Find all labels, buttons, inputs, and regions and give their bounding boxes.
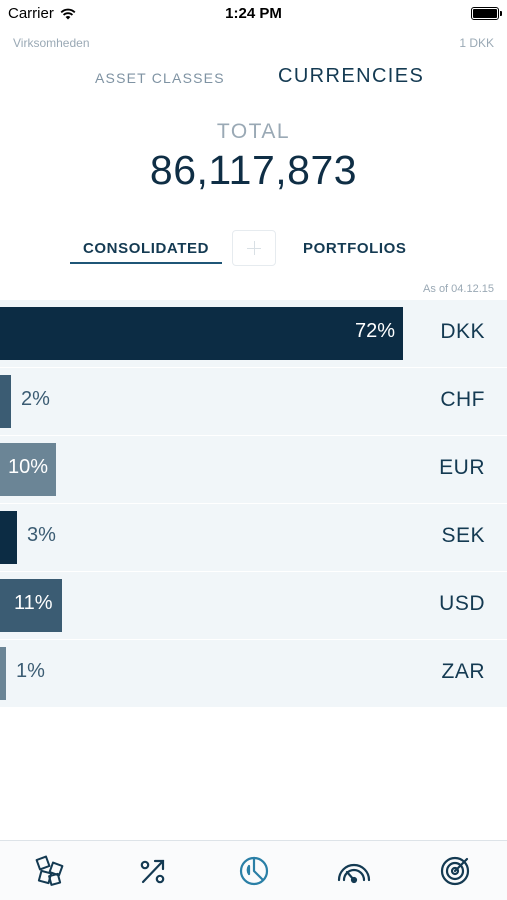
tab-asset-classes[interactable]: ASSET CLASSES <box>95 70 225 86</box>
consolidated-tab[interactable]: CONSOLIDATED <box>70 236 222 264</box>
currency-percent-chf: 2% <box>21 388 50 410</box>
status-bar: Carrier 1:24 PM <box>0 0 507 28</box>
currency-row-usd[interactable]: 11% USD <box>0 572 507 640</box>
currency-row-eur[interactable]: 10% EUR <box>0 436 507 504</box>
overview-icon[interactable] <box>33 853 69 889</box>
company-label[interactable]: Virksomheden <box>13 36 90 50</box>
currency-percent-usd: 11% <box>14 592 53 614</box>
currency-code-dkk: DKK <box>440 320 485 343</box>
currency-list: 72% DKK 2% CHF 10% EUR 3% SEK 11% USD 1%… <box>0 300 507 708</box>
currency-percent-dkk: 72% <box>355 320 396 342</box>
currency-row-sek[interactable]: 3% SEK <box>0 504 507 572</box>
currency-code-usd: USD <box>439 592 485 615</box>
target-icon[interactable] <box>437 853 473 889</box>
battery-icon <box>471 7 502 20</box>
currency-percent-zar: 1% <box>16 660 45 682</box>
currency-percent-sek: 3% <box>27 524 56 546</box>
currency-bar-chf <box>0 375 11 428</box>
tab-currencies[interactable]: CURRENCIES <box>278 65 424 88</box>
currency-row-dkk[interactable]: 72% DKK <box>0 300 507 368</box>
pie-chart-icon[interactable] <box>236 853 272 889</box>
currency-code-zar: ZAR <box>441 660 485 683</box>
clock: 1:24 PM <box>225 5 282 22</box>
plus-icon-vertical <box>254 241 255 255</box>
currency-row-chf[interactable]: 2% CHF <box>0 368 507 436</box>
add-portfolio-button[interactable] <box>232 230 276 266</box>
total-label: TOTAL <box>216 120 291 143</box>
view-tabs: ASSET CLASSES CURRENCIES <box>0 64 507 94</box>
currency-bar-dkk <box>0 307 403 360</box>
bottom-tab-bar <box>0 840 507 900</box>
currency-bar-sek <box>0 511 17 564</box>
unit-label[interactable]: 1 DKK <box>459 36 494 50</box>
currency-code-sek: SEK <box>441 524 485 547</box>
total-value: 86,117,873 <box>149 147 358 193</box>
currency-code-eur: EUR <box>439 456 485 479</box>
currency-row-zar[interactable]: 1% ZAR <box>0 640 507 708</box>
currency-percent-eur: 10% <box>8 456 49 478</box>
gauge-icon[interactable] <box>336 853 372 889</box>
as-of-date: As of 04.12.15 <box>423 283 494 295</box>
portfolios-tab[interactable]: PORTFOLIOS <box>303 240 407 257</box>
percent-icon[interactable] <box>135 853 171 889</box>
currency-code-chf: CHF <box>440 388 485 411</box>
currency-bar-zar <box>0 647 6 700</box>
